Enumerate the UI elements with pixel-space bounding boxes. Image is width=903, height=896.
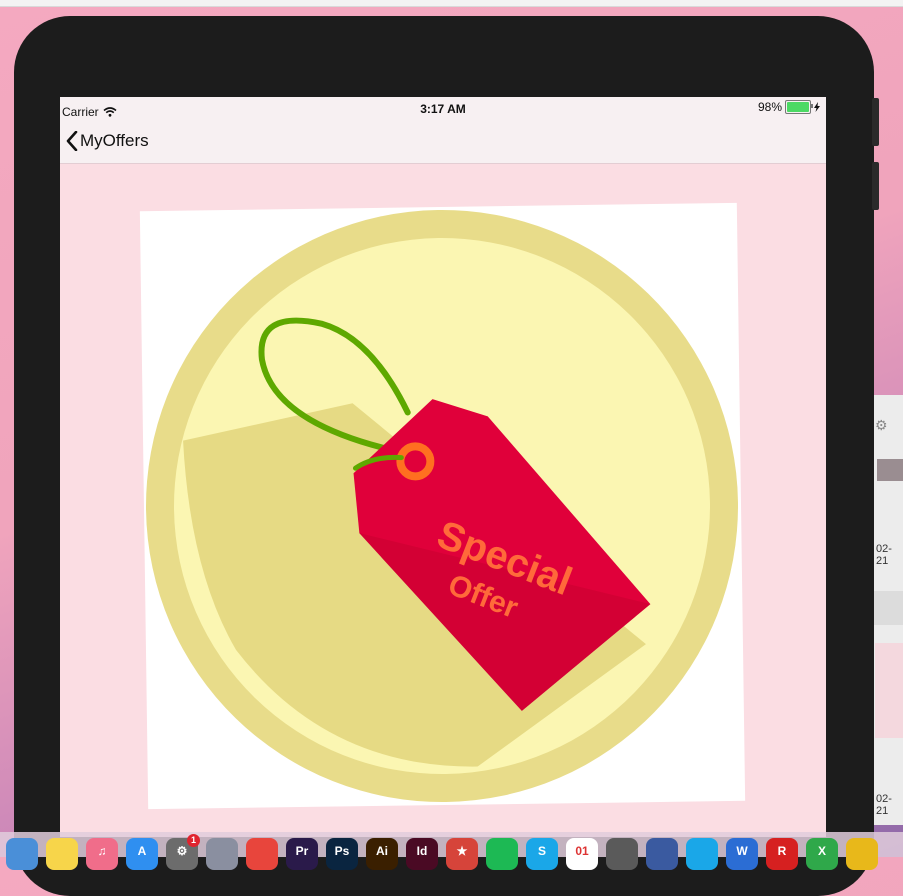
status-right: 98% — [758, 100, 820, 114]
finder-icon[interactable] — [6, 838, 38, 870]
quicktime-icon[interactable] — [646, 838, 678, 870]
clock: 3:17 AM — [420, 102, 466, 116]
gear-icon[interactable]: ⚙ — [875, 417, 888, 434]
calendar-icon[interactable]: 01 — [566, 838, 598, 870]
notes-icon[interactable] — [46, 838, 78, 870]
app-screen: Carrier 3:17 AM 98% MyOffers Special Off… — [60, 97, 826, 837]
notification-badge: 1 — [187, 834, 200, 847]
volume-button — [872, 162, 879, 210]
background-window-band — [873, 591, 903, 625]
back-button-label: MyOffers — [80, 131, 149, 150]
dock: ♫ A ⚙ 1 Pr Ps Ai Id ★ S 01 W R X — [0, 832, 903, 870]
menu-bar — [0, 0, 903, 7]
special-offer-illustration: Special Offer — [146, 210, 739, 803]
calculator-icon[interactable] — [606, 838, 638, 870]
premiere-icon[interactable]: Pr — [286, 838, 318, 870]
indesign-icon[interactable]: Id — [406, 838, 438, 870]
skype-icon[interactable]: S — [526, 838, 558, 870]
illustrator-icon[interactable]: Ai — [366, 838, 398, 870]
photoshop-icon[interactable]: Ps — [326, 838, 358, 870]
background-window-date: 02-21 — [876, 543, 892, 567]
messenger-icon[interactable] — [686, 838, 718, 870]
system-preferences-icon[interactable]: ⚙ 1 — [166, 834, 200, 870]
launchpad-icon[interactable] — [206, 838, 238, 870]
wunderlist-icon[interactable]: ★ — [446, 838, 478, 870]
battery-icon — [785, 100, 813, 114]
red-app-icon[interactable]: R — [766, 838, 798, 870]
background-window-block — [877, 459, 903, 481]
itunes-icon[interactable]: ♫ — [86, 838, 118, 870]
battery-percent: 98% — [757, 100, 782, 114]
word-icon[interactable]: W — [726, 838, 758, 870]
background-window-thumbnail — [875, 643, 903, 738]
yellow-app-icon[interactable] — [846, 838, 878, 870]
navigation-bar: MyOffers — [60, 119, 826, 164]
chevron-left-icon — [66, 131, 78, 151]
lightning-icon — [814, 102, 820, 112]
back-button[interactable]: MyOffers — [66, 131, 149, 151]
special-offer-image: Special Offer — [139, 202, 746, 810]
app-store-icon[interactable]: A — [126, 838, 158, 870]
background-window-date: 02-21 — [876, 793, 892, 817]
green-app-icon[interactable]: X — [806, 838, 838, 870]
chrome-icon[interactable] — [246, 838, 278, 870]
background-window[interactable]: ⚙ 02-21 02-21 — [872, 395, 903, 825]
status-bar: Carrier 3:17 AM 98% — [60, 97, 826, 119]
spotify-icon[interactable] — [486, 838, 518, 870]
volume-button — [872, 98, 879, 146]
